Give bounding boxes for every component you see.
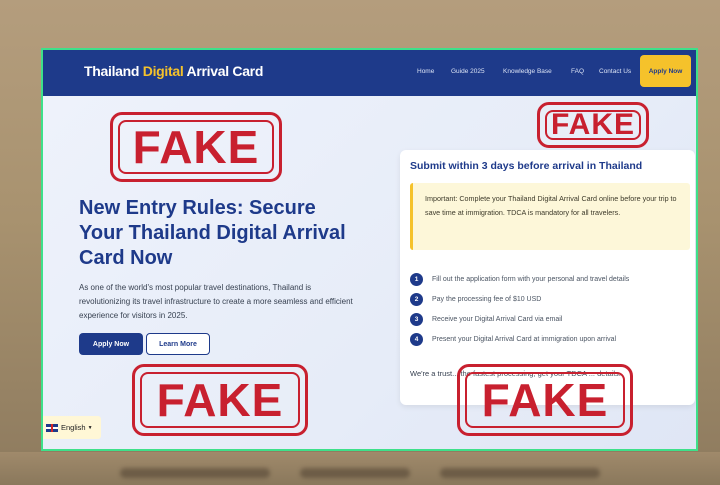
card-title: Submit within 3 days before arrival in T… <box>410 160 643 172</box>
step-text: Receive your Digital Arrival Card via em… <box>432 315 563 323</box>
step-item: 1 Fill out the application form with you… <box>410 272 629 286</box>
step-text: Present your Digital Arrival Card at imm… <box>432 335 617 343</box>
fake-stamp: FAKE <box>110 112 282 182</box>
logo-text: Arrival Card <box>186 63 264 79</box>
fake-stamp: FAKE <box>457 364 633 436</box>
hero-title: New Entry Rules: Secure Your Thailand Di… <box>79 197 346 269</box>
step-number: 3 <box>410 312 423 326</box>
step-number: 1 <box>410 272 423 286</box>
step-item: 2 Pay the processing fee of $10 USD <box>410 292 541 306</box>
blurred-caption <box>300 468 410 478</box>
apply-now-nav-button[interactable]: Apply Now <box>640 55 691 87</box>
learn-more-button[interactable]: Learn More <box>146 333 210 355</box>
hero-description: As one of the world's most popular trave… <box>79 283 353 320</box>
step-text: Fill out the application form with your … <box>432 275 630 283</box>
logo-text: Thailand <box>84 63 140 79</box>
step-item: 3 Receive your Digital Arrival Card via … <box>410 312 562 326</box>
step-item: 4 Present your Digital Arrival Card at i… <box>410 332 616 346</box>
apply-now-button[interactable]: Apply Now <box>79 333 143 355</box>
step-number: 4 <box>410 332 423 346</box>
important-notice: Important: Complete your Thailand Digita… <box>410 183 690 250</box>
nav-faq[interactable]: FAQ <box>571 68 584 75</box>
logo-accent-text: Digital <box>142 63 184 79</box>
website-screenshot: Thailand Digital Arrival Card Home Guide… <box>41 48 698 451</box>
fake-stamp: FAKE <box>537 102 649 148</box>
language-selector[interactable]: English ▼ <box>43 416 101 439</box>
top-navbar: Thailand Digital Arrival Card Home Guide… <box>43 50 696 96</box>
nav-knowledge-base[interactable]: Knowledge Base <box>503 68 552 75</box>
nav-guide[interactable]: Guide 2025 <box>451 68 485 75</box>
blurred-caption <box>440 468 600 478</box>
step-text: Pay the processing fee of $10 USD <box>432 295 542 303</box>
blurred-caption <box>120 468 270 478</box>
language-label: English <box>61 423 86 432</box>
fake-stamp: FAKE <box>132 364 308 436</box>
nav-home[interactable]: Home <box>417 68 434 75</box>
step-number: 2 <box>410 292 423 306</box>
uk-flag-icon <box>46 423 58 432</box>
nav-contact[interactable]: Contact Us <box>599 68 631 75</box>
site-logo[interactable]: Thailand Digital Arrival Card <box>84 63 263 79</box>
chevron-down-icon: ▼ <box>87 424 93 431</box>
